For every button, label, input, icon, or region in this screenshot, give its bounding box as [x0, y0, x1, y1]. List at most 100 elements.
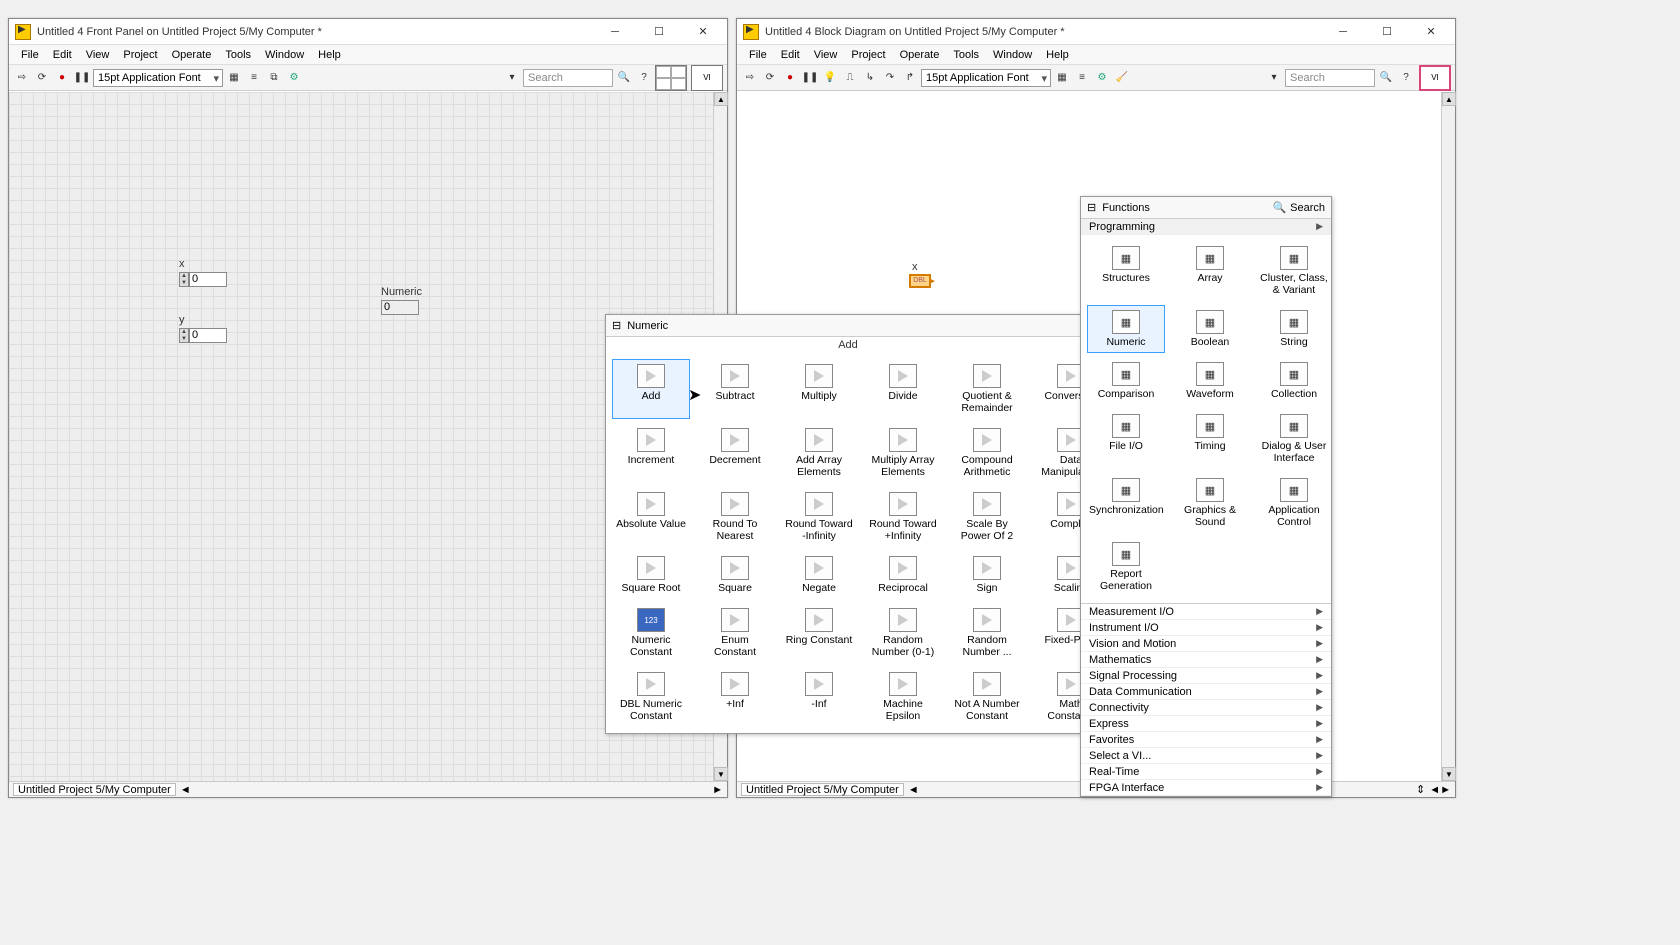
functions-item-application-control[interactable]: ▦Application Control [1255, 473, 1333, 533]
maximize-button[interactable]: ☐ [641, 22, 677, 42]
numeric-item-add-array-elements[interactable]: Add Array Elements [780, 423, 858, 483]
resize-button[interactable]: ⧉ [265, 69, 283, 87]
fp-titlebar[interactable]: Untitled 4 Front Panel on Untitled Proje… [9, 19, 727, 45]
search-icon[interactable]: 🔍 [1377, 69, 1395, 87]
spinner-x[interactable]: ▲▼ [179, 272, 189, 287]
step-out-icon[interactable]: ↱ [901, 69, 919, 87]
spinner-y[interactable]: ▲▼ [179, 328, 189, 343]
numeric-item-quotient-remainder[interactable]: Quotient & Remainder [948, 359, 1026, 419]
vi-icon[interactable]: VI [1419, 65, 1451, 91]
menu-edit[interactable]: Edit [47, 47, 78, 63]
numeric-item-not-a-number-constant[interactable]: Not A Number Constant [948, 667, 1026, 727]
bd-vscroll[interactable]: ▲▼ [1441, 92, 1455, 781]
cleanup-icon[interactable]: 🧹 [1113, 69, 1131, 87]
category-measurement-i-o[interactable]: Measurement I/O▶ [1081, 604, 1331, 620]
numeric-item-decrement[interactable]: Decrement [696, 423, 774, 483]
numeric-item-subtract[interactable]: Subtract [696, 359, 774, 419]
step-into-icon[interactable]: ↳ [861, 69, 879, 87]
menu-file[interactable]: File [15, 47, 45, 63]
retain-wire-icon[interactable]: ⎍ [841, 69, 859, 87]
numeric-item-divide[interactable]: Divide [864, 359, 942, 419]
maximize-button[interactable]: ☐ [1369, 22, 1405, 42]
numeric-item--inf[interactable]: +Inf [696, 667, 774, 727]
font-select[interactable]: 15pt Application Font [921, 69, 1051, 87]
search-input[interactable]: Search [523, 69, 613, 87]
close-button[interactable]: ✕ [685, 22, 721, 42]
category-vision-and-motion[interactable]: Vision and Motion▶ [1081, 636, 1331, 652]
menu-view[interactable]: View [808, 47, 844, 63]
menu-window[interactable]: Window [259, 47, 310, 63]
numeric-item-random-number-[interactable]: Random Number ... [948, 603, 1026, 663]
numeric-item-increment[interactable]: Increment [612, 423, 690, 483]
category-select-a-vi-[interactable]: Select a VI...▶ [1081, 748, 1331, 764]
menu-help[interactable]: Help [1040, 47, 1075, 63]
functions-item-timing[interactable]: ▦Timing [1171, 409, 1249, 469]
numeric-item-machine-epsilon[interactable]: Machine Epsilon [864, 667, 942, 727]
minimize-button[interactable]: ─ [597, 22, 633, 42]
numeric-item-numeric-constant[interactable]: 123Numeric Constant [612, 603, 690, 663]
functions-item-cluster-class-variant[interactable]: ▦Cluster, Class, & Variant [1255, 241, 1333, 301]
menu-view[interactable]: View [80, 47, 116, 63]
category-express[interactable]: Express▶ [1081, 716, 1331, 732]
run-continuous-button[interactable]: ⟳ [33, 69, 51, 87]
menu-project[interactable]: Project [117, 47, 163, 63]
numeric-palette-header[interactable]: ⊟ Numeric [606, 315, 1090, 337]
category-connectivity[interactable]: Connectivity▶ [1081, 700, 1331, 716]
menu-window[interactable]: Window [987, 47, 1038, 63]
numeric-item-reciprocal[interactable]: Reciprocal [864, 551, 942, 599]
numeric-item--inf[interactable]: -Inf [780, 667, 858, 727]
control-y[interactable]: y ▲▼0 [179, 314, 227, 343]
search-label[interactable]: Search [1290, 202, 1325, 214]
numeric-item-sign[interactable]: Sign [948, 551, 1026, 599]
functions-item-boolean[interactable]: ▦Boolean [1171, 305, 1249, 353]
functions-item-graphics-sound[interactable]: ▦Graphics & Sound [1171, 473, 1249, 533]
field-y[interactable]: 0 [189, 328, 227, 343]
distribute-button[interactable]: ≡ [245, 69, 263, 87]
abort-button[interactable]: ● [781, 69, 799, 87]
category-mathematics[interactable]: Mathematics▶ [1081, 652, 1331, 668]
numeric-item-add[interactable]: Add [612, 359, 690, 419]
functions-item-collection[interactable]: ▦Collection [1255, 357, 1333, 405]
functions-item-array[interactable]: ▦Array [1171, 241, 1249, 301]
pin-icon[interactable]: ⊟ [612, 319, 621, 332]
functions-palette-header[interactable]: ⊟ Functions 🔍 Search [1081, 197, 1331, 219]
run-button[interactable]: ⇨ [13, 69, 31, 87]
menu-tools[interactable]: Tools [219, 47, 257, 63]
help-icon[interactable]: ? [635, 69, 653, 87]
pin-icon[interactable]: ⊟ [1087, 201, 1096, 214]
control-x[interactable]: x ▲▼0 [179, 258, 227, 287]
run-continuous-button[interactable]: ⟳ [761, 69, 779, 87]
category-signal-processing[interactable]: Signal Processing▶ [1081, 668, 1331, 684]
connector-pane[interactable] [655, 65, 687, 91]
category-real-time[interactable]: Real-Time▶ [1081, 764, 1331, 780]
reorder-button[interactable]: ⚙ [1093, 69, 1111, 87]
category-instrument-i-o[interactable]: Instrument I/O▶ [1081, 620, 1331, 636]
menu-file[interactable]: File [743, 47, 773, 63]
numeric-item-negate[interactable]: Negate [780, 551, 858, 599]
distribute-button[interactable]: ≡ [1073, 69, 1091, 87]
category-data-communication[interactable]: Data Communication▶ [1081, 684, 1331, 700]
step-over-icon[interactable]: ↷ [881, 69, 899, 87]
align-button[interactable]: ▦ [225, 69, 243, 87]
functions-item-waveform[interactable]: ▦Waveform [1171, 357, 1249, 405]
numeric-item-absolute-value[interactable]: Absolute Value [612, 487, 690, 547]
numeric-item-multiply[interactable]: Multiply [780, 359, 858, 419]
numeric-item-round-toward-infinity[interactable]: Round Toward +Infinity [864, 487, 942, 547]
field-x[interactable]: 0 [189, 272, 227, 287]
functions-item-synchronization[interactable]: ▦Synchronization [1087, 473, 1165, 533]
menu-help[interactable]: Help [312, 47, 347, 63]
functions-item-report-generation[interactable]: ▦Report Generation [1087, 537, 1165, 597]
menu-project[interactable]: Project [845, 47, 891, 63]
category-programming[interactable]: Programming▶ [1081, 219, 1331, 235]
numeric-item-square-root[interactable]: Square Root [612, 551, 690, 599]
numeric-item-round-to-nearest[interactable]: Round To Nearest [696, 487, 774, 547]
numeric-item-ring-constant[interactable]: Ring Constant [780, 603, 858, 663]
term-x[interactable]: DBL [909, 274, 931, 288]
run-button[interactable]: ⇨ [741, 69, 759, 87]
bd-titlebar[interactable]: Untitled 4 Block Diagram on Untitled Pro… [737, 19, 1455, 45]
menu-operate[interactable]: Operate [166, 47, 218, 63]
pause-button[interactable]: ❚❚ [801, 69, 819, 87]
close-button[interactable]: ✕ [1413, 22, 1449, 42]
functions-item-dialog-user-interface[interactable]: ▦Dialog & User Interface [1255, 409, 1333, 469]
functions-item-structures[interactable]: ▦Structures [1087, 241, 1165, 301]
